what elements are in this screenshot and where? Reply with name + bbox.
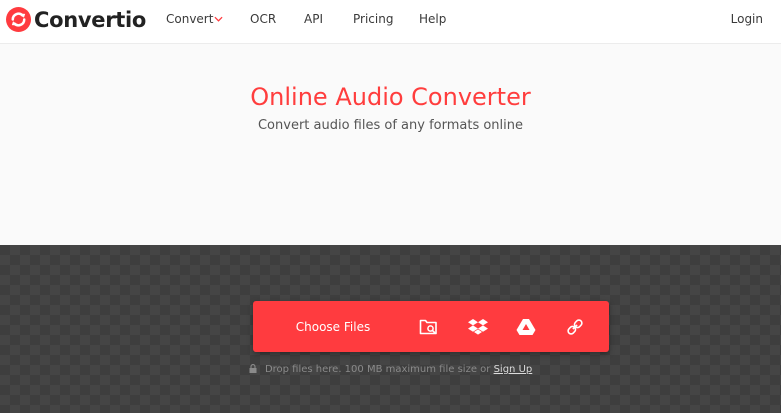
folder-search-button[interactable] (414, 312, 444, 342)
page-title: Online Audio Converter (250, 83, 531, 111)
nav-convert[interactable]: Convert (166, 12, 223, 26)
nav-pricing[interactable]: Pricing (353, 12, 393, 26)
login-link[interactable]: Login (731, 12, 763, 26)
page-subtitle: Convert audio files of any formats onlin… (257, 118, 524, 133)
folder-search-icon (419, 319, 437, 335)
drop-files-note: Drop files here. 100 MB maximum file siz… (0, 364, 781, 375)
dropbox-icon (468, 319, 488, 335)
hero-section (0, 44, 781, 245)
drop-files-text: Drop files here. 100 MB maximum file siz… (264, 364, 491, 375)
url-link-button[interactable] (560, 312, 590, 342)
brand-name: Convertio (34, 7, 147, 32)
dropbox-button[interactable] (463, 312, 493, 342)
convertio-logo-icon (6, 7, 31, 32)
google-drive-icon (516, 319, 536, 335)
chevron-down-icon (214, 16, 223, 22)
sign-up-link[interactable]: Sign Up (494, 364, 533, 375)
link-icon (567, 319, 583, 335)
lock-icon (249, 364, 257, 373)
nav-convert-label: Convert (166, 12, 214, 26)
choose-files-button[interactable]: Choose Files (253, 301, 413, 352)
nav-ocr[interactable]: OCR (250, 12, 276, 26)
nav-api[interactable]: API (304, 12, 323, 26)
google-drive-button[interactable] (511, 312, 541, 342)
top-nav-bar: Convertio Convert OCR API Pricing Help L… (0, 0, 781, 44)
convertio-logo[interactable]: Convertio (6, 7, 146, 32)
upload-button-group: Choose Files (253, 301, 609, 352)
nav-help[interactable]: Help (419, 12, 446, 26)
